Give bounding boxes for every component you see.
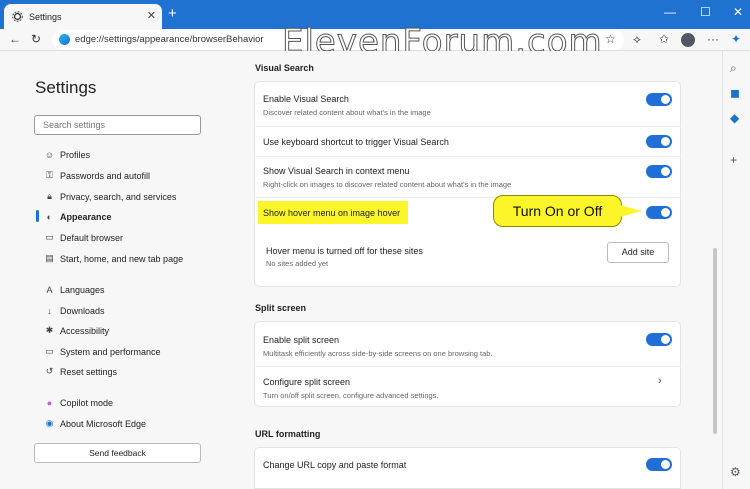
search-input[interactable]: Search settings [34,115,201,135]
sidebar-item-passwords[interactable]: ⚿ Passwords and autofill [44,170,150,181]
gear-icon [11,11,23,23]
key-icon: ⚿ [46,170,53,180]
active-indicator [36,210,39,222]
more-icon[interactable]: ··· [707,32,719,46]
keyboard-shortcut-toggle[interactable] [646,135,672,148]
tab-title: Settings [29,11,62,22]
avatar[interactable] [681,33,695,47]
hover-off-sites-desc: No sites added yet [266,259,329,268]
sidebar-item-default-browser[interactable]: ▭ Default browser [44,232,123,243]
sidebar-item-copilot[interactable]: ● Copilot mode [44,397,113,408]
app-icon[interactable]: ◆ [730,111,739,125]
enable-split-screen-label: Enable split screen [263,335,340,345]
close-tab-icon[interactable]: ✕ [147,9,156,22]
sidebar-item-appearance[interactable]: ◐ Appearance [44,211,112,222]
add-icon[interactable]: + [730,153,737,167]
profile-icon: ☺ [44,149,55,160]
outlook-icon[interactable]: ◼ [730,86,740,100]
download-icon: ↓ [47,305,52,316]
context-menu-toggle[interactable] [646,165,672,178]
divider [254,366,681,367]
edge-page-icon [59,34,70,45]
reset-icon: ↺ [45,366,54,376]
chevron-right-icon[interactable]: › [658,375,662,387]
favorite-star-icon[interactable]: ☆ [605,32,616,46]
change-url-format-toggle[interactable] [646,458,672,471]
callout-turn-on-off: Turn On or Off [493,195,622,227]
callout-arrow [620,205,642,217]
favorites-icon[interactable]: ✩ [659,32,669,46]
enable-split-screen-desc: Multitask efficiently across side-by-sid… [263,349,493,358]
add-site-button[interactable]: Add site [607,242,669,263]
gear-icon[interactable]: ⚙ [730,465,741,479]
close-window-icon[interactable]: ✕ [733,5,743,19]
system-icon: ▭ [45,346,54,356]
appearance-icon: ◐ [46,211,53,222]
sidebar-item-system[interactable]: ▭ System and performance [44,346,160,357]
edge-icon: ◉ [45,418,54,428]
back-icon[interactable]: ← [9,32,21,46]
search-icon[interactable]: ⌕ [730,61,737,76]
hover-menu-toggle[interactable] [646,206,672,219]
new-tab-button[interactable]: + [168,5,177,22]
tab-settings[interactable]: Settings ✕ [4,4,162,29]
sidebar-item-about[interactable]: ◉ About Microsoft Edge [44,418,146,429]
language-icon: A [46,284,53,295]
refresh-icon[interactable]: ↻ [31,32,41,46]
extensions-icon[interactable]: ⟡ [633,32,641,47]
context-menu-label: Show Visual Search in context menu [263,166,410,176]
sidebar-item-accessibility[interactable]: ✱ Accessibility [44,325,109,336]
lock-icon: 🔒︎ [47,191,52,201]
enable-split-screen-toggle[interactable] [646,333,672,346]
edge-sidebar: ⌕ ◼ ◆ + ⚙ [722,51,750,489]
send-feedback-button[interactable]: Send feedback [34,443,201,463]
context-menu-desc: Right-click on images to discover relate… [263,180,512,189]
section-url-formatting: URL formatting [255,429,321,439]
enable-visual-search-desc: Discover related content about what's in… [263,108,431,117]
sidebar-item-reset[interactable]: ↺ Reset settings [44,366,117,377]
copilot-toolbar-icon[interactable]: ✦ [731,32,741,46]
sidebar-item-languages[interactable]: A Languages [44,284,104,295]
configure-split-screen-desc: Turn on/off split screen, configure adva… [263,391,439,400]
section-visual-search: Visual Search [255,63,314,73]
minimize-icon[interactable]: — [664,5,676,19]
browser-icon: ▭ [45,232,54,242]
page-title: Settings [35,78,97,97]
sidebar-item-downloads[interactable]: ↓ Downloads [44,305,104,316]
section-split-screen: Split screen [255,303,307,313]
scrollbar[interactable] [713,248,717,434]
accessibility-icon: ✱ [45,325,54,335]
enable-visual-search-toggle[interactable] [646,93,672,106]
sidebar-item-profiles[interactable]: ☺ Profiles [44,149,90,160]
home-icon: ▤ [45,253,54,263]
hover-off-sites-label: Hover menu is turned off for these sites [266,246,423,256]
sidebar-item-start-home[interactable]: ▤ Start, home, and new tab page [44,253,183,264]
copilot-icon: ● [46,397,53,408]
maximize-icon[interactable]: ☐ [700,5,711,19]
change-url-format-label: Change URL copy and paste format [263,460,407,470]
url-text: edge://settings/appearance/browserBehavi… [75,34,264,45]
divider [254,126,681,127]
enable-visual-search-label: Enable Visual Search [263,94,349,104]
divider [254,156,681,157]
configure-split-screen-label: Configure split screen [263,377,351,387]
hover-menu-label: Show hover menu on image hover [263,208,401,218]
keyboard-shortcut-label: Use keyboard shortcut to trigger Visual … [263,137,449,147]
sidebar-item-privacy[interactable]: 🔒︎ Privacy, search, and services [44,191,176,202]
